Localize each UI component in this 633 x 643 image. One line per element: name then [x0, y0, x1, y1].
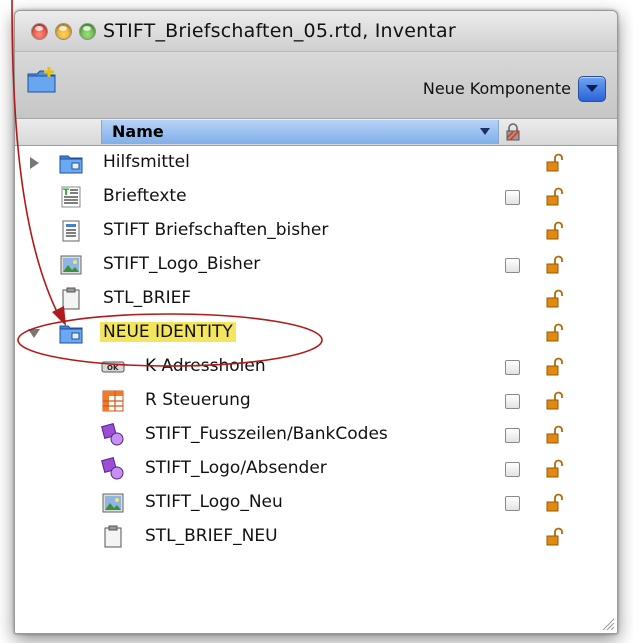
list-item[interactable]: Hilfsmittel — [15, 146, 617, 180]
column-header: Name — [15, 119, 617, 146]
item-checkbox[interactable] — [505, 394, 520, 409]
unlocked-icon[interactable] — [545, 289, 563, 309]
clipboard-icon — [101, 525, 125, 549]
table-icon — [101, 389, 125, 413]
list-item[interactable]: STL_BRIEF_NEU — [15, 520, 617, 554]
unlocked-icon[interactable] — [545, 391, 563, 411]
list-item[interactable]: STIFT_Logo/Absender — [15, 452, 617, 486]
item-label: Brieftexte — [103, 186, 187, 206]
close-window-button[interactable] — [32, 24, 47, 39]
shapes-icon — [101, 457, 125, 481]
title-bar[interactable]: STIFT_Briefschaften_05.rtd, Inventar — [15, 11, 617, 52]
toolbar: Neue Komponente — [15, 52, 617, 119]
name-column-label: Name — [112, 122, 164, 141]
unlocked-icon[interactable] — [545, 187, 563, 207]
unlocked-icon[interactable] — [545, 357, 563, 377]
form-document-icon — [59, 219, 83, 243]
image-icon — [59, 253, 83, 277]
list-item[interactable]: T Brieftexte — [15, 180, 617, 214]
unlocked-icon[interactable] — [545, 255, 563, 275]
item-label: STIFT_Logo_Bisher — [103, 254, 261, 274]
item-checkbox[interactable] — [505, 428, 520, 443]
list-item[interactable]: R Steuerung — [15, 384, 617, 418]
inventory-window: STIFT_Briefschaften_05.rtd, Inventar Neu… — [14, 10, 618, 634]
clipboard-icon — [59, 287, 83, 311]
item-label: R Steuerung — [145, 390, 251, 410]
list-item[interactable]: STIFT_Fusszeilen/BankCodes — [15, 418, 617, 452]
list-item[interactable]: STL_BRIEF — [15, 282, 617, 316]
list-item[interactable]: STIFT_Logo_Neu — [15, 486, 617, 520]
inventory-list: Hilfsmittel T Brieftexte STIFT Briefschafte… — [15, 146, 617, 586]
lock-column-icon[interactable] — [504, 123, 522, 141]
item-label: STIFT_Logo_Neu — [145, 492, 283, 512]
unlocked-icon[interactable] — [545, 323, 563, 343]
disclosure-expanded-icon[interactable] — [28, 327, 40, 339]
name-column-header[interactable]: Name — [101, 120, 499, 144]
unlocked-icon[interactable] — [545, 493, 563, 513]
item-checkbox[interactable] — [505, 462, 520, 477]
ok-button-icon: OK — [101, 355, 125, 379]
unlocked-icon[interactable] — [545, 153, 563, 173]
folder-add-icon[interactable] — [27, 66, 57, 94]
item-checkbox[interactable] — [505, 258, 520, 273]
item-checkbox[interactable] — [505, 496, 520, 511]
folder-icon — [59, 151, 83, 175]
unlocked-icon[interactable] — [545, 221, 563, 241]
item-label: STIFT_Fusszeilen/BankCodes — [145, 424, 388, 444]
minimize-window-button[interactable] — [56, 24, 71, 39]
sort-descending-icon — [480, 128, 490, 135]
image-icon — [101, 491, 125, 515]
item-label: Hilfsmittel — [103, 152, 190, 172]
list-item[interactable]: STIFT_Logo_Bisher — [15, 248, 617, 282]
item-label: STIFT_Logo/Absender — [145, 458, 327, 478]
folder-icon — [59, 321, 83, 345]
list-item[interactable]: STIFT Briefschaften_bisher — [15, 214, 617, 248]
item-label: STL_BRIEF — [103, 288, 192, 308]
resize-grip-icon[interactable] — [599, 615, 615, 631]
list-item[interactable]: NEUE IDENTITY — [15, 316, 617, 350]
new-component-dropdown-button[interactable] — [578, 76, 606, 102]
list-item[interactable]: OK K Adressholen — [15, 350, 617, 384]
shapes-icon — [101, 423, 125, 447]
item-checkbox[interactable] — [505, 360, 520, 375]
zoom-window-button[interactable] — [80, 24, 95, 39]
item-label: K Adressholen — [145, 356, 266, 376]
item-label: NEUE IDENTITY — [100, 322, 236, 342]
window-title: STIFT_Briefschaften_05.rtd, Inventar — [103, 20, 456, 42]
item-label: STIFT Briefschaften_bisher — [103, 220, 329, 240]
svg-text:OK: OK — [107, 364, 119, 372]
item-checkbox[interactable] — [505, 190, 520, 205]
new-component-label[interactable]: Neue Komponente — [423, 79, 571, 98]
disclosure-collapsed-icon[interactable] — [28, 157, 40, 169]
unlocked-icon[interactable] — [545, 425, 563, 445]
item-label: STL_BRIEF_NEU — [145, 526, 278, 546]
text-document-icon: T — [59, 185, 83, 209]
unlocked-icon[interactable] — [545, 459, 563, 479]
unlocked-icon[interactable] — [545, 527, 563, 547]
